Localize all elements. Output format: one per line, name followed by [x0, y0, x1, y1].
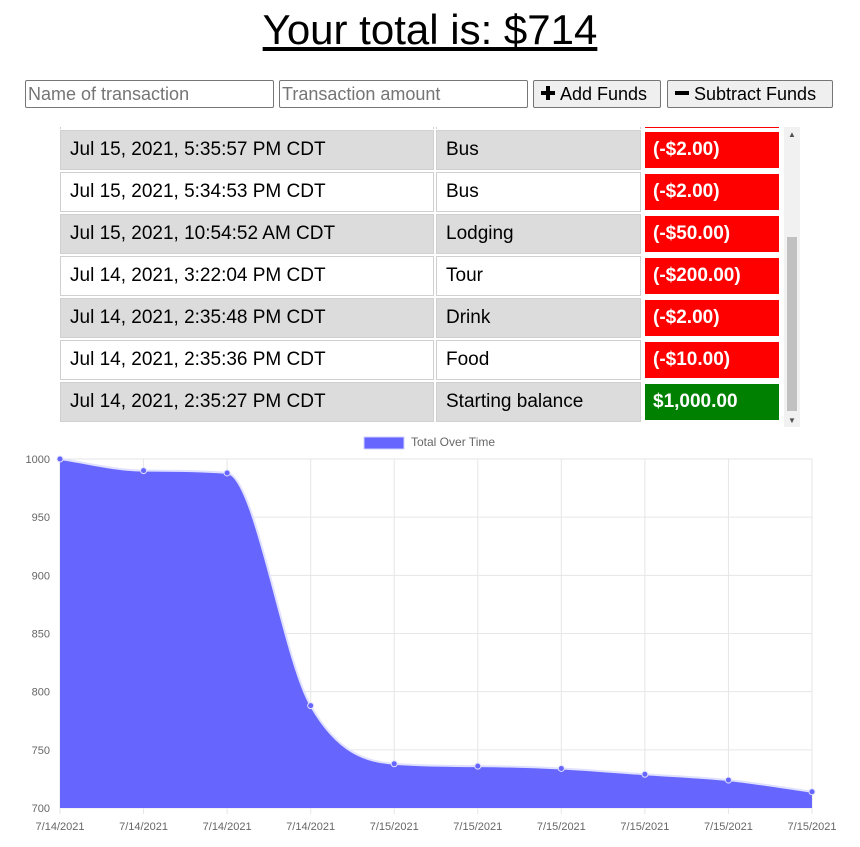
add-funds-label: Add Funds [560, 83, 648, 104]
transactions-table-body: Jul 15, 2021, 5:35:57 PM CDT Bus (-$2.00… [59, 127, 783, 423]
subtract-funds-label: Subtract Funds [694, 83, 817, 104]
table-row-clipped [59, 127, 783, 129]
transaction-date: Jul 14, 2021, 2:35:48 PM CDT [60, 298, 434, 338]
legend-label: Total Over Time [411, 435, 495, 449]
table-row: Jul 15, 2021, 10:54:52 AM CDT Lodging (-… [59, 213, 783, 255]
scroll-down-arrow-icon[interactable]: ▼ [784, 413, 800, 427]
data-point [140, 467, 148, 475]
add-funds-button[interactable]: Add Funds [533, 80, 661, 108]
data-point [390, 760, 398, 768]
transaction-amount-input[interactable] [279, 80, 528, 108]
y-tick-label: 950 [32, 512, 50, 524]
data-point [474, 762, 482, 770]
total-heading: Your total is: $714 [262, 6, 598, 53]
transaction-amount: (-$200.00) [643, 256, 781, 296]
chart-x-axis: 7/14/2021 7/14/2021 7/14/2021 7/14/2021 7/15… [36, 821, 837, 833]
transactions-table[interactable]: Jul 15, 2021, 5:35:57 PM CDT Bus (-$2.00… [59, 127, 800, 427]
transaction-name: Lodging [436, 214, 641, 254]
transaction-date: Jul 15, 2021, 5:35:57 PM CDT [60, 130, 434, 170]
table-row: Jul 14, 2021, 2:35:48 PM CDT Drink (-$2.… [59, 297, 783, 339]
table-row: Jul 15, 2021, 5:35:57 PM CDT Bus (-$2.00… [59, 129, 783, 171]
transaction-amount: (-$2.00) [643, 298, 781, 338]
transaction-name: Food [436, 340, 641, 380]
transaction-amount: $1,000.00 [643, 382, 781, 422]
transaction-amount: (-$2.00) [643, 172, 781, 212]
y-tick-label: 700 [32, 803, 50, 815]
chart-legend: Total Over Time [363, 435, 495, 450]
transaction-date: Jul 14, 2021, 2:35:27 PM CDT [60, 382, 434, 422]
minus-icon [674, 83, 690, 106]
x-tick-label: 7/14/2021 [203, 821, 252, 833]
y-tick-label: 750 [32, 745, 50, 757]
x-tick-label: 7/15/2021 [620, 821, 669, 833]
data-point [724, 776, 732, 784]
data-point [557, 764, 565, 772]
transaction-date: Jul 15, 2021, 5:34:53 PM CDT [60, 172, 434, 212]
y-tick-label: 900 [32, 570, 50, 582]
subtract-funds-button[interactable]: Subtract Funds [667, 80, 833, 108]
x-tick-label: 7/14/2021 [36, 821, 85, 833]
transaction-name: Drink [436, 298, 641, 338]
x-tick-label: 7/14/2021 [286, 821, 335, 833]
data-point [223, 469, 231, 477]
transaction-amount: (-$10.00) [643, 340, 781, 380]
transaction-date: Jul 15, 2021, 10:54:52 AM CDT [60, 214, 434, 254]
scroll-up-arrow-icon[interactable]: ▲ [784, 127, 800, 141]
transaction-amount: (-$2.00) [643, 130, 781, 170]
table-row: Jul 15, 2021, 5:34:53 PM CDT Bus (-$2.00… [59, 171, 783, 213]
transaction-amount: (-$50.00) [643, 214, 781, 254]
transaction-name: Bus [436, 130, 641, 170]
chart-y-axis: 1000 950 900 850 800 750 700 [26, 454, 50, 815]
data-point [56, 455, 64, 463]
table-row: Jul 14, 2021, 2:35:27 PM CDT Starting ba… [59, 381, 783, 423]
y-tick-label: 800 [32, 687, 50, 699]
data-point [307, 702, 315, 710]
transaction-form: Add Funds Subtract Funds [25, 80, 839, 108]
transaction-name-input[interactable] [25, 80, 274, 108]
transaction-name: Bus [436, 172, 641, 212]
table-row: Jul 14, 2021, 3:22:04 PM CDT Tour (-$200… [59, 255, 783, 297]
x-tick-label: 7/15/2021 [370, 821, 419, 833]
y-tick-label: 1000 [26, 454, 50, 466]
x-tick-label: 7/14/2021 [119, 821, 168, 833]
table-row: Jul 14, 2021, 2:35:36 PM CDT Food (-$10.… [59, 339, 783, 381]
x-tick-label: 7/15/2021 [453, 821, 502, 833]
table-scrollbar[interactable]: ▲ ▼ [784, 127, 800, 427]
x-tick-label: 7/15/2021 [788, 821, 837, 833]
y-tick-label: 850 [32, 629, 50, 641]
data-point [641, 770, 649, 778]
data-point [808, 788, 816, 796]
scroll-thumb[interactable] [787, 237, 797, 411]
x-tick-label: 7/15/2021 [537, 821, 586, 833]
x-tick-label: 7/15/2021 [704, 821, 753, 833]
transaction-date: Jul 14, 2021, 2:35:36 PM CDT [60, 340, 434, 380]
total-over-time-chart: 1000950900850800750700 7/14/2021 7/14/202… [26, 435, 837, 833]
transaction-date: Jul 14, 2021, 3:22:04 PM CDT [60, 256, 434, 296]
transaction-name: Tour [436, 256, 641, 296]
legend-swatch [363, 436, 405, 450]
transaction-name: Starting balance [436, 382, 641, 422]
plus-icon [540, 83, 556, 106]
